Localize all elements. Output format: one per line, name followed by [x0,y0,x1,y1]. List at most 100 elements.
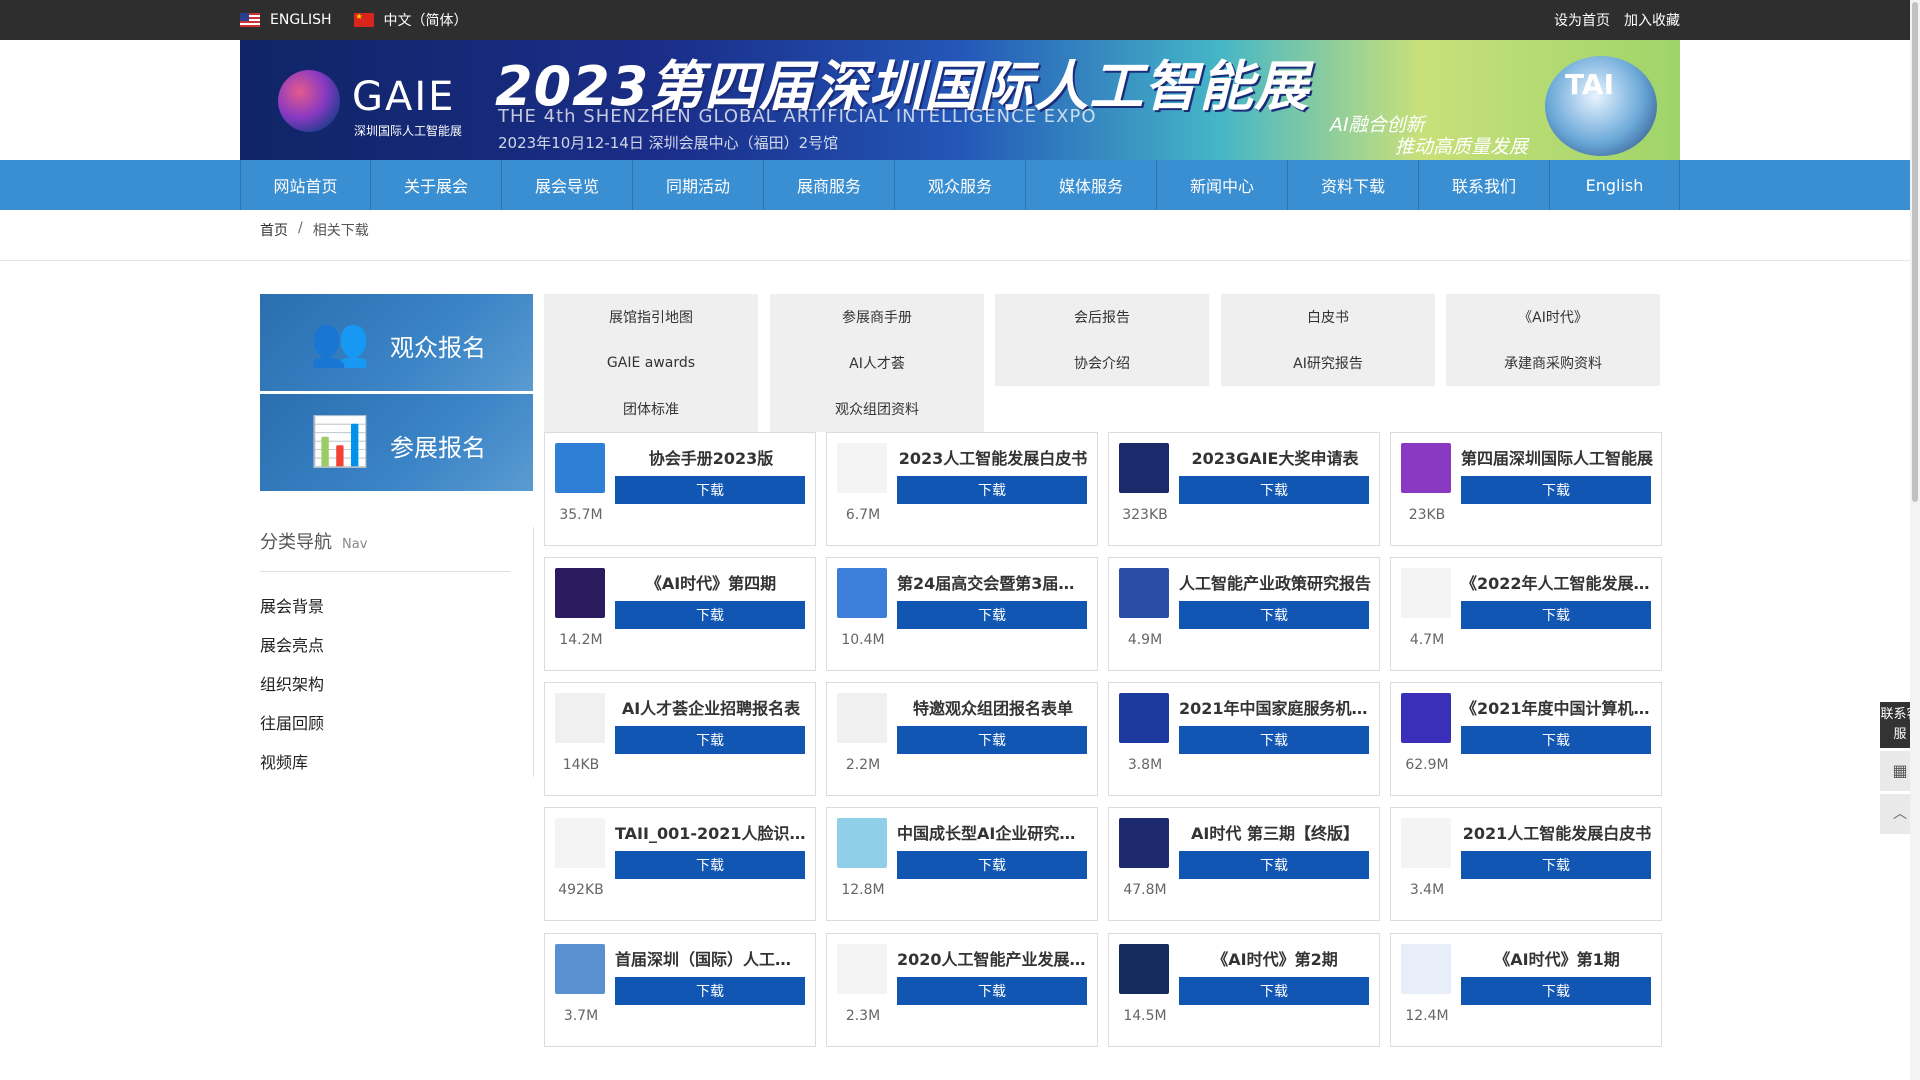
category-visitor-group[interactable]: 观众组团资料 [770,386,984,432]
file-title[interactable]: 《AI时代》第2期 [1179,946,1371,970]
category-ai-talent[interactable]: AI人才荟 [770,340,984,386]
file-title[interactable]: 首届深圳（国际）人工智能展会后报告 [615,946,807,970]
file-title[interactable]: 第四届深圳国际人工智能展 [1461,445,1653,469]
category-group-standards[interactable]: 团体标准 [544,386,758,432]
download-button[interactable]: 下载 [615,726,805,754]
file-thumbnail[interactable] [555,693,605,743]
download-button[interactable]: 下载 [897,601,1087,629]
nav-events[interactable]: 同期活动 [633,160,764,210]
download-button[interactable]: 下载 [615,601,805,629]
download-button[interactable]: 下载 [897,977,1087,1005]
file-thumbnail[interactable] [1119,944,1169,994]
download-button[interactable]: 下载 [1179,977,1369,1005]
file-title[interactable]: 《AI时代》第1期 [1461,946,1653,970]
category-whitepaper[interactable]: 白皮书 [1221,294,1435,340]
file-title[interactable]: 2023GAIE大奖申请表 [1179,445,1371,469]
expo-banner[interactable]: GAIE 深圳国际人工智能展 2023第四届深圳国际人工智能展 THE 4th … [240,40,1680,160]
download-button[interactable]: 下载 [1461,977,1651,1005]
file-title[interactable]: 《2021年度中国计算机视觉人才调研报告》 [1461,695,1653,719]
nav-downloads[interactable]: 资料下载 [1288,160,1419,210]
visitor-register-button[interactable]: 👥 观众报名 [260,294,533,391]
category-ai-research[interactable]: AI研究报告 [1221,340,1435,386]
category-map[interactable]: 展馆指引地图 [544,294,758,340]
file-thumbnail[interactable] [1401,443,1451,493]
file-thumbnail[interactable] [1119,818,1169,868]
file-thumbnail[interactable] [555,568,605,618]
file-thumbnail[interactable] [1119,443,1169,493]
file-thumbnail[interactable] [1401,944,1451,994]
file-title[interactable]: 中国成长型AI企业研究报告 [897,820,1089,844]
category-post-show-report[interactable]: 会后报告 [995,294,1209,340]
download-button[interactable]: 下载 [615,977,805,1005]
gaie-logo: GAIE [352,74,456,120]
lang-chinese-link[interactable]: 中文（简体） [384,10,468,30]
nav-contact[interactable]: 联系我们 [1419,160,1550,210]
nav-exhibitor-services[interactable]: 展商服务 [764,160,895,210]
file-title[interactable]: 人工智能产业政策研究报告 [1179,570,1371,594]
add-favorite-link[interactable]: 加入收藏 [1624,10,1680,30]
sidenav-item-highlights[interactable]: 展会亮点 [260,632,324,671]
download-button[interactable]: 下载 [1461,851,1651,879]
download-button[interactable]: 下载 [1461,476,1651,504]
nav-news[interactable]: 新闻中心 [1157,160,1288,210]
banner-date: 2023年10月12-14日 深圳会展中心（福田）2号馆 [498,134,839,152]
download-button[interactable]: 下载 [1461,726,1651,754]
file-title[interactable]: 协会手册2023版 [615,445,807,469]
file-title[interactable]: AI时代 第三期【终版】 [1179,820,1371,844]
category-ai-era[interactable]: 《AI时代》 [1446,294,1660,340]
file-title[interactable]: TAII_001-2021人脸识别系统技术要求 [615,820,807,844]
nav-about[interactable]: 关于展会 [371,160,502,210]
download-button[interactable]: 下载 [615,851,805,879]
nav-english[interactable]: English [1550,160,1680,210]
category-gaie-awards[interactable]: GAIE awards [544,340,758,386]
file-thumbnail[interactable] [555,818,605,868]
lang-english-link[interactable]: ENGLISH [270,12,332,28]
exhibitor-register-button[interactable]: 📊 参展报名 [260,394,533,491]
file-thumbnail[interactable] [837,693,887,743]
sidenav-item-review[interactable]: 往届回顾 [260,710,324,749]
file-thumbnail[interactable] [1401,568,1451,618]
set-homepage-link[interactable]: 设为首页 [1554,10,1610,30]
file-thumbnail[interactable] [1401,818,1451,868]
scrollbar-thumb[interactable] [1912,2,1918,502]
category-association[interactable]: 协会介绍 [995,340,1209,386]
file-thumbnail[interactable] [837,944,887,994]
category-exhibitor-manual[interactable]: 参展商手册 [770,294,984,340]
file-title[interactable]: 2021年中国家庭服务机器人行业研究报告 [1179,695,1371,719]
download-button[interactable]: 下载 [897,726,1087,754]
file-thumbnail[interactable] [837,818,887,868]
file-thumbnail[interactable] [837,443,887,493]
sidenav-item-organization[interactable]: 组织架构 [260,671,324,710]
file-thumbnail[interactable] [555,944,605,994]
file-thumbnail[interactable] [1119,693,1169,743]
file-title[interactable]: 特邀观众组团报名表单 [897,695,1089,719]
nav-home[interactable]: 网站首页 [240,160,371,210]
nav-media-services[interactable]: 媒体服务 [1026,160,1157,210]
nav-visitor-services[interactable]: 观众服务 [895,160,1026,210]
file-thumbnail[interactable] [837,568,887,618]
file-title[interactable]: 第24届高交会暨第3届深圳国际人工智能展 [897,570,1089,594]
file-thumbnail[interactable] [555,443,605,493]
file-title[interactable]: AI人才荟企业招聘报名表 [615,695,807,719]
download-button[interactable]: 下载 [897,476,1087,504]
download-button[interactable]: 下载 [1179,601,1369,629]
file-title[interactable]: 《2022年人工智能发展白皮书》 [1461,570,1653,594]
file-title[interactable]: 2020人工智能产业发展白皮书 [897,946,1089,970]
breadcrumb-home[interactable]: 首页 [260,220,288,240]
page-scrollbar[interactable] [1910,0,1920,1080]
sidenav-item-videos[interactable]: 视频库 [260,749,324,788]
nav-guide[interactable]: 展会导览 [502,160,633,210]
download-button[interactable]: 下载 [897,851,1087,879]
sidenav-item-background[interactable]: 展会背景 [260,593,324,632]
category-contractor[interactable]: 承建商采购资料 [1446,340,1660,386]
file-title[interactable]: 2023人工智能发展白皮书 [897,445,1089,469]
file-title[interactable]: 2021人工智能发展白皮书 [1461,820,1653,844]
download-button[interactable]: 下载 [1461,601,1651,629]
download-button[interactable]: 下载 [1179,726,1369,754]
download-button[interactable]: 下载 [1179,476,1369,504]
file-title[interactable]: 《AI时代》第四期 [615,570,807,594]
download-button[interactable]: 下载 [1179,851,1369,879]
file-thumbnail[interactable] [1119,568,1169,618]
file-thumbnail[interactable] [1401,693,1451,743]
download-button[interactable]: 下载 [615,476,805,504]
